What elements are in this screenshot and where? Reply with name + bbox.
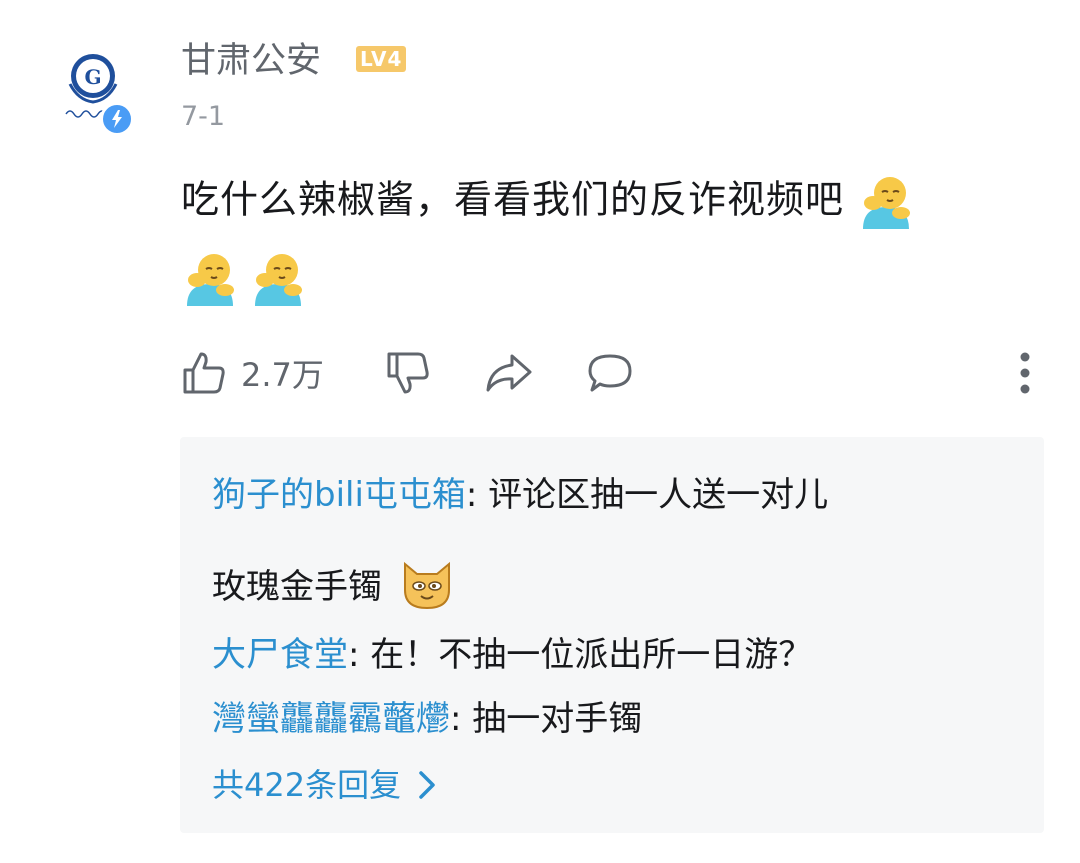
verified-badge-icon <box>100 102 134 136</box>
reply-username[interactable]: 灣蠻龘龘靏虌爩 <box>212 699 450 739</box>
hug-emoji <box>255 254 303 306</box>
replies-preview[interactable]: 狗子的bili屯屯箱: 评论区抽一人送一对儿 玫瑰金手镯 大尸食堂: 在！不抽一… <box>180 437 1044 833</box>
reply-item: 狗子的bili屯屯箱: 评论区抽一人送一对儿 <box>212 471 828 519</box>
dislike-button[interactable] <box>385 345 431 401</box>
comment-icon <box>588 354 632 392</box>
reply-item: 灣蠻龘龘靏虌爩: 抽一对手镯 <box>212 695 642 743</box>
reply-text: : 抽一对手镯 <box>450 699 643 739</box>
more-icon[interactable] <box>1019 351 1031 395</box>
reply-item-continued: 玫瑰金手镯 <box>212 561 455 612</box>
reply-username[interactable]: 狗子的bili屯屯箱 <box>212 475 466 515</box>
svg-text:G: G <box>84 65 101 89</box>
comment-text: 吃什么辣椒酱，看看我们的反诈视频吧 <box>181 173 1021 231</box>
reply-button[interactable] <box>586 345 634 401</box>
view-replies-label: 共422条回复 <box>212 766 402 804</box>
reply-username[interactable]: 大尸食堂 <box>212 635 348 675</box>
chevron-right-icon <box>419 771 435 799</box>
hug-emoji <box>863 177 911 229</box>
share-icon <box>486 354 532 392</box>
reply-item: 大尸食堂: 在！不抽一位派出所一日游？ <box>212 631 812 679</box>
like-count: 2.7万 <box>241 356 324 394</box>
level-badge: LV4 <box>356 46 407 72</box>
emoji-row <box>181 250 312 308</box>
username[interactable]: 甘肃公安 <box>181 38 321 84</box>
timestamp: 7-1 <box>181 101 226 132</box>
reply-text: 玫瑰金手镯 <box>212 567 382 607</box>
comment-body: 吃什么辣椒酱，看看我们的反诈视频吧 <box>181 177 845 222</box>
action-bar: 2.7万 <box>181 345 1031 401</box>
thumbs-up-icon <box>183 352 225 394</box>
hug-emoji <box>187 254 234 306</box>
cat-emoji <box>403 561 450 609</box>
thumbs-down-icon <box>387 352 429 394</box>
reply-text: : 在！不抽一位派出所一日游？ <box>348 635 813 675</box>
view-all-replies-link[interactable]: 共422条回复 <box>212 763 437 807</box>
like-button[interactable]: 2.7万 <box>181 345 324 401</box>
reply-text: : 评论区抽一人送一对儿 <box>465 475 829 515</box>
share-button[interactable] <box>484 345 534 401</box>
